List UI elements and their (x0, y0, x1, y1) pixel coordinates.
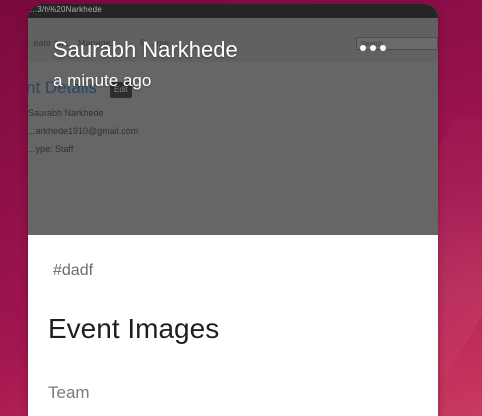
post-thumbnail[interactable]: ...3/h%20Narkhede ...eate an... Manage..… (28, 4, 438, 235)
post-timestamp: a minute ago (53, 71, 152, 90)
more-dot (360, 45, 366, 51)
post-tag[interactable]: #dadf (53, 262, 93, 280)
more-options-icon[interactable] (360, 40, 386, 56)
more-dot (380, 45, 386, 51)
more-dot (370, 45, 376, 51)
post-card[interactable]: ...3/h%20Narkhede ...eate an... Manage..… (28, 4, 438, 416)
post-title[interactable]: Event Images (48, 313, 219, 345)
post-category: Team (48, 383, 90, 402)
post-author[interactable]: Saurabh Narkhede (53, 37, 238, 63)
